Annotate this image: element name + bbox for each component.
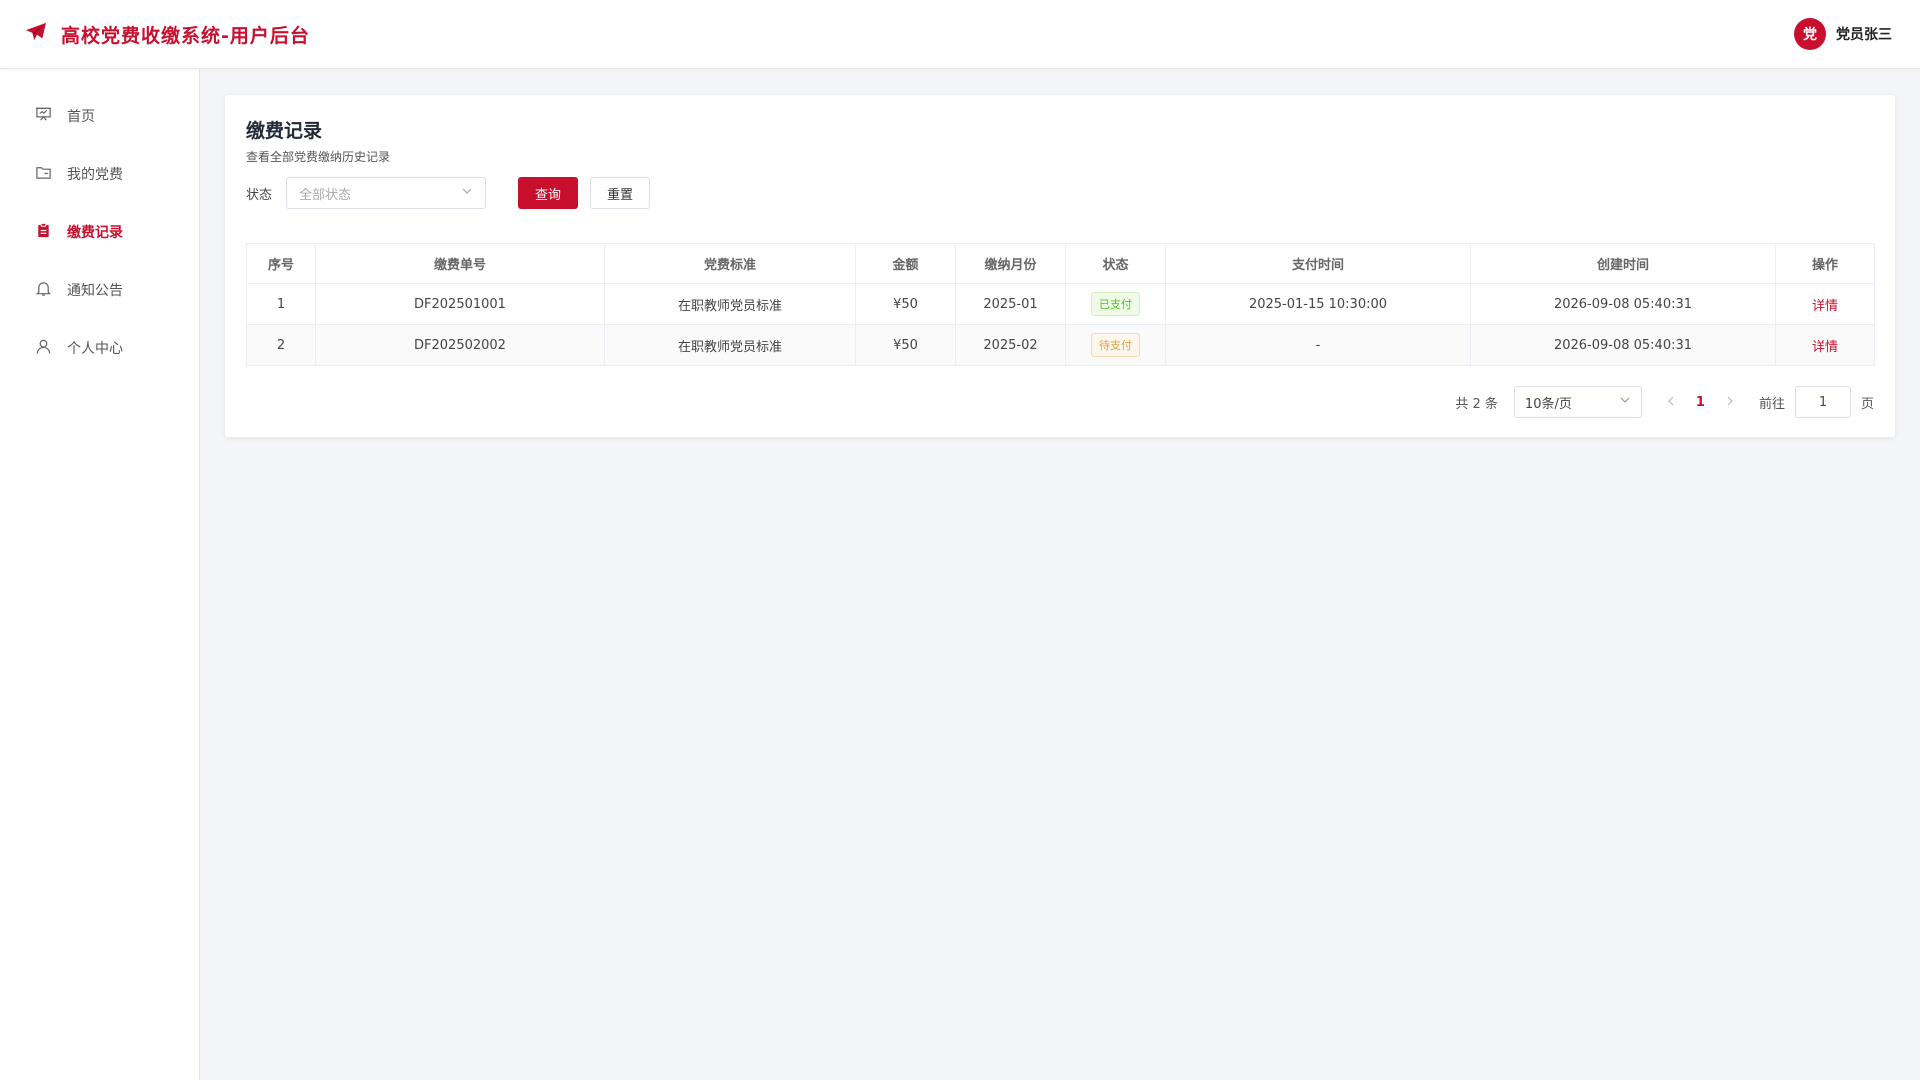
sidebar-item-label: 个人中心 xyxy=(67,341,123,357)
column-header: 缴费单号 xyxy=(315,243,605,284)
prev-page-icon[interactable] xyxy=(1666,394,1676,410)
cell-month: 2025-01 xyxy=(955,283,1066,325)
sidebar-item-profile[interactable]: 个人中心 xyxy=(0,319,199,377)
cell-pay-time: 2025-01-15 10:30:00 xyxy=(1165,283,1471,325)
brand: 高校党费收缴系统-用户后台 xyxy=(25,21,310,48)
column-header: 创建时间 xyxy=(1470,243,1776,284)
status-filter-label: 状态 xyxy=(246,187,273,203)
table-row: 2 DF202502002 在职教师党员标准 ¥50 2025-02 待支付 -… xyxy=(246,324,1875,366)
page-subtitle: 查看全部党费缴纳历史记录 xyxy=(246,150,391,164)
column-header: 状态 xyxy=(1065,243,1166,284)
sidebar-item-label: 通知公告 xyxy=(67,283,123,299)
cell-standard: 在职教师党员标准 xyxy=(604,283,856,325)
cell-pay-time: - xyxy=(1165,324,1471,366)
table-header-row: 序号 缴费单号 党费标准 金额 缴纳月份 状态 支付时间 创建时间 操作 xyxy=(246,243,1875,284)
presentation-icon xyxy=(35,106,52,127)
column-header: 缴纳月份 xyxy=(955,243,1066,284)
pager: 1 xyxy=(1666,394,1735,410)
column-header: 操作 xyxy=(1775,243,1875,284)
cell-status: 已支付 xyxy=(1065,283,1166,325)
sidebar-item-home[interactable]: 首页 xyxy=(0,87,199,145)
column-header: 金额 xyxy=(855,243,956,284)
reset-button[interactable]: 重置 xyxy=(590,177,650,209)
cell-created: 2026-09-08 05:40:31 xyxy=(1470,283,1776,325)
user-icon xyxy=(35,338,52,359)
sidebar-item-label: 缴费记录 xyxy=(67,225,123,241)
status-select[interactable]: 全部状态 xyxy=(286,177,486,209)
total-count: 共 2 条 xyxy=(1455,396,1498,412)
user-menu[interactable]: 党 党员张三 xyxy=(1794,18,1892,50)
sidebar-item-payment-records[interactable]: 缴费记录 xyxy=(0,203,199,261)
chevron-down-icon xyxy=(461,185,473,201)
cell-standard: 在职教师党员标准 xyxy=(604,324,856,366)
filter-bar: 状态 全部状态 查询 重置 xyxy=(246,177,1874,209)
cell-order-no: DF202501001 xyxy=(315,283,605,325)
cell-index: 2 xyxy=(246,324,316,366)
goto-label: 前往 xyxy=(1758,396,1785,412)
clipboard-icon xyxy=(35,222,52,243)
avatar[interactable]: 党 xyxy=(1794,18,1826,50)
user-name[interactable]: 党员张三 xyxy=(1836,24,1892,44)
column-header: 序号 xyxy=(246,243,316,284)
query-button[interactable]: 查询 xyxy=(518,177,578,209)
sidebar-item-my-fees[interactable]: 我的党费 xyxy=(0,145,199,203)
cell-status: 待支付 xyxy=(1065,324,1166,366)
column-header: 支付时间 xyxy=(1165,243,1471,284)
page-suffix: 页 xyxy=(1860,396,1874,412)
details-link[interactable]: 详情 xyxy=(1812,299,1838,314)
goto-page: 前往 页 xyxy=(1759,386,1874,418)
paper-plane-icon xyxy=(25,22,47,46)
status-badge: 待支付 xyxy=(1091,333,1140,357)
cell-order-no: DF202502002 xyxy=(315,324,605,366)
top-bar: 高校党费收缴系统-用户后台 党 党员张三 xyxy=(0,0,1920,69)
page-size-value: 10条/页 xyxy=(1524,396,1572,412)
chevron-down-icon xyxy=(1619,394,1631,410)
status-select-placeholder: 全部状态 xyxy=(299,187,352,203)
sidebar-item-label: 首页 xyxy=(67,109,95,125)
cell-index: 1 xyxy=(246,283,316,325)
cell-month: 2025-02 xyxy=(955,324,1066,366)
records-table: 序号 缴费单号 党费标准 金额 缴纳月份 状态 支付时间 创建时间 操作 1 D… xyxy=(246,243,1875,366)
column-header: 党费标准 xyxy=(604,243,856,284)
next-page-icon[interactable] xyxy=(1725,394,1735,410)
bell-icon xyxy=(35,280,52,301)
cell-amount: ¥50 xyxy=(855,324,956,366)
app-title: 高校党费收缴系统-用户后台 xyxy=(61,24,310,47)
page-number-current[interactable]: 1 xyxy=(1696,395,1705,410)
page-title: 缴费记录 xyxy=(246,120,323,142)
sidebar: 首页 我的党费 缴费记录 通知公告 个人中心 xyxy=(0,69,200,1080)
cell-action: 详情 xyxy=(1775,324,1875,366)
cell-created: 2026-09-08 05:40:31 xyxy=(1470,324,1776,366)
table-row: 1 DF202501001 在职教师党员标准 ¥50 2025-01 已支付 2… xyxy=(246,283,1875,325)
pagination: 共 2 条 10条/页 1 前往 页 xyxy=(246,386,1874,418)
sidebar-item-notices[interactable]: 通知公告 xyxy=(0,261,199,319)
records-card: 缴费记录 查看全部党费缴纳历史记录 状态 全部状态 查询 重置 序号 缴费单号 … xyxy=(225,95,1895,437)
sidebar-item-label: 我的党费 xyxy=(67,167,123,183)
cell-amount: ¥50 xyxy=(855,283,956,325)
goto-page-input[interactable] xyxy=(1794,386,1851,418)
details-link[interactable]: 详情 xyxy=(1812,340,1838,355)
cell-action: 详情 xyxy=(1775,283,1875,325)
page-size-select[interactable]: 10条/页 xyxy=(1513,386,1642,418)
folder-icon xyxy=(35,164,52,185)
status-badge: 已支付 xyxy=(1091,292,1140,316)
